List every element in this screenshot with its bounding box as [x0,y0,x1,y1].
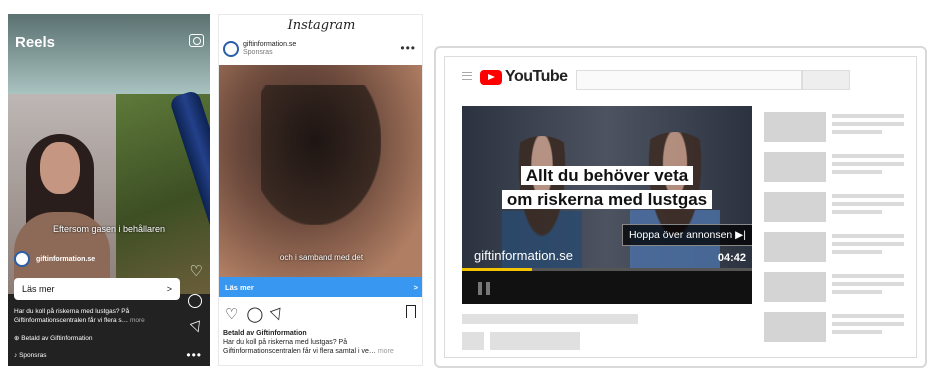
menu-icon[interactable] [462,72,472,80]
suggested-video-thumbnail[interactable] [764,312,826,342]
avatar[interactable] [14,251,30,267]
heart-icon[interactable]: ♡ [190,262,203,280]
reels-account[interactable]: giftinformation.se [14,251,95,267]
reels-account-name[interactable]: giftinformation.se [36,256,95,263]
suggested-video-text-placeholder [832,162,904,166]
skip-ad-button[interactable]: Hoppa över annonsen ▶| [621,224,752,246]
reels-more-link[interactable]: more [130,317,145,324]
suggested-video-thumbnail[interactable] [764,152,826,182]
heart-icon[interactable]: ♡ [225,305,238,323]
camera-icon[interactable] [189,34,204,47]
search-input[interactable] [576,70,802,90]
youtube-play-icon [480,69,502,85]
suggested-video-text-placeholder [832,282,904,286]
suggested-video-text-placeholder [832,330,882,334]
ad-time: 04:42 [717,252,746,264]
suggested-video-thumbnail[interactable] [764,112,826,142]
ad-formats-canvas: Reels Eftersom gasen i behållaren giftin… [0,0,927,368]
youtube-logo[interactable]: YouTube [480,68,568,86]
reels-paid-by: ⊕ Betald av Giftinformation [14,335,93,342]
youtube-logo-text: YouTube [505,68,568,85]
ig-video-person [261,85,381,225]
reels-cta-label: Läs mer [22,284,55,294]
ig-account-name[interactable]: giftinformation.se [243,41,296,49]
suggested-video-text-placeholder [832,250,882,254]
ig-cta-label: Läs mer [225,282,254,292]
reels-description-text: Har du koll på riskerna med lustgas? På … [14,308,130,324]
avatar[interactable] [223,41,239,57]
player-controls [462,271,752,304]
reels-title: Reels [15,34,56,51]
ig-description-text: Har du koll på riskerna med lustgas? På … [223,339,376,355]
reels-sponsored-text: Sponsras [19,352,47,359]
video-title-placeholder [462,314,638,324]
ig-subtitle: och i samband med det [279,253,364,262]
suggested-video-text-placeholder [832,290,882,294]
ig-post-header[interactable]: giftinformation.se Sponsras [223,41,296,57]
instagram-logo: Instagram [287,18,356,33]
reels-cta-button[interactable]: Läs mer > [14,278,180,300]
ad-headline-line2: om riskerna med lustgas [501,190,713,209]
suggested-video-text-placeholder [832,242,904,246]
ig-account-info[interactable]: giftinformation.se Sponsras [243,41,296,57]
ig-paid-by: Betald av Giftinformation [223,330,307,337]
reels-sponsored: ♪ Sponsras [14,352,47,359]
ad-brand: giftinformation.se [474,248,573,263]
youtube-ad-video[interactable]: Allt du behöver veta om riskerna med lus… [462,106,752,304]
comment-icon[interactable] [188,294,202,308]
more-icon[interactable]: ••• [186,348,202,362]
ig-action-bar: ♡ ◯ ▽ [225,304,286,325]
suggested-video-thumbnail[interactable] [764,192,826,222]
suggested-video-thumbnail[interactable] [764,232,826,262]
suggested-video-text-placeholder [832,170,882,174]
ig-video[interactable]: och i samband med det [219,65,422,283]
ad-headline-line1: Allt du behöver veta [520,166,694,185]
ig-description: Betald av Giftinformation Har du koll på… [223,329,421,356]
suggested-video-text-placeholder [832,202,904,206]
bookmark-icon[interactable] [406,305,416,318]
suggested-video-text-placeholder [832,234,904,238]
youtube-panel: YouTube Allt du behöver veta om riskerna… [434,46,927,368]
reels-header-background [8,14,210,94]
send-icon[interactable]: ▽ [269,304,286,325]
suggested-video-text-placeholder [832,114,904,118]
speaker-face [40,142,80,194]
suggested-video-text-placeholder [832,274,904,278]
suggested-video-text-placeholder [832,130,882,134]
suggested-video-text-placeholder [832,194,904,198]
comment-icon[interactable]: ◯ [246,305,263,323]
chevron-right-icon: > [413,282,418,292]
gas-canister-image [168,89,210,242]
suggested-video-thumbnail[interactable] [764,272,826,302]
suggested-video-text-placeholder [832,314,904,318]
reels-description: Har du koll på riskerna med lustgas? På … [14,307,174,325]
instagram-feed-panel: Instagram giftinformation.se Sponsras ••… [218,14,423,366]
pause-icon[interactable] [478,282,490,295]
more-icon[interactable]: ••• [400,41,416,55]
channel-name-placeholder [490,332,580,350]
search-button[interactable] [802,70,850,90]
channel-avatar-placeholder [462,332,484,350]
chevron-right-icon: > [166,284,172,294]
reels-panel: Reels Eftersom gasen i behållaren giftin… [8,14,210,366]
reels-subtitle: Eftersom gasen i behållaren [52,224,166,234]
ad-headline: Allt du behöver veta om riskerna med lus… [462,164,752,212]
ig-cta-button[interactable]: Läs mer > [219,277,422,297]
ig-more-link[interactable]: more [378,348,394,355]
suggested-video-text-placeholder [832,210,882,214]
reels-paid-by-text: Betald av Giftinformation [21,335,93,342]
ig-sponsored-label: Sponsras [243,49,273,56]
suggested-video-text-placeholder [832,154,904,158]
suggested-video-text-placeholder [832,322,904,326]
suggested-video-text-placeholder [832,122,904,126]
